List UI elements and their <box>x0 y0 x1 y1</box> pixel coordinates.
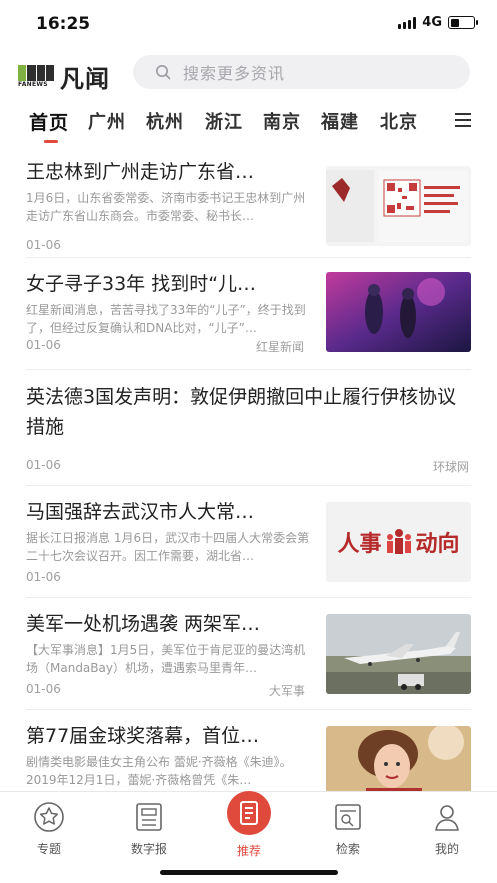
tab-hangzhou[interactable]: 杭州 <box>146 108 184 134</box>
tab-beijing[interactable]: 北京 <box>380 108 418 134</box>
news-title: 第77届金球奖落幕，首位… <box>26 725 260 747</box>
nav-topics[interactable]: 专题 <box>14 796 84 857</box>
news-feed: 王忠林到广州走访广东省… 1月6日，山东省委常委、济南市委书记王忠林到广州走访广… <box>0 146 497 791</box>
status-bar: 16:25 4G <box>0 0 497 48</box>
recommend-icon <box>227 791 271 835</box>
battery-icon <box>448 16 478 29</box>
nav-search[interactable]: 检索 <box>313 796 383 857</box>
news-title: 马国强辞去武汉市人大常… <box>26 501 255 523</box>
channel-tabs: 首页 广州 杭州 浙江 南京 福建 北京 <box>0 100 497 146</box>
news-source: 大军事 <box>269 684 306 698</box>
nav-recommend[interactable]: 推荐 <box>214 786 284 859</box>
network-type: 4G <box>422 15 442 30</box>
news-thumbnail <box>326 614 471 694</box>
news-item[interactable]: 女子寻子33年 找到时“儿… 红星新闻消息，苦苦寻找了33年的“儿子”，终于找到… <box>26 270 471 370</box>
tab-nanjing[interactable]: 南京 <box>263 108 301 134</box>
news-date: 01-06 <box>26 682 61 696</box>
news-date: 01-06 <box>26 238 61 252</box>
news-item[interactable]: 英法德3国发声明：敦促伊朗撤回中止履行伊核协议措施 01-06 环球网 <box>26 382 471 486</box>
news-summary: 1月6日，山东省委常委、济南市委书记王忠林到广州走访广东省山东商会。市委常委、秘… <box>26 191 306 223</box>
star-badge-icon <box>34 802 64 832</box>
app-header: FANEWS 凡闻 搜索更多资讯 <box>0 52 497 94</box>
news-summary: 剧情类电影最佳女主角公布 蕾妮·齐薇格《朱迪》。2019年12月1日，蕾妮·齐薇… <box>26 755 292 787</box>
news-thumbnail <box>326 726 471 791</box>
home-indicator[interactable] <box>160 870 338 875</box>
user-icon <box>435 805 459 831</box>
search-icon <box>156 65 171 80</box>
tab-guangzhou[interactable]: 广州 <box>88 108 126 134</box>
news-summary: 红星新闻消息，苦苦寻找了33年的“儿子”，终于找到了，但经过反复确认和DNA比对… <box>26 303 306 335</box>
thumb-text-left: 人事 <box>337 532 382 557</box>
nav-profile[interactable]: 我的 <box>412 796 482 857</box>
newspaper-icon <box>136 803 162 831</box>
news-item[interactable]: 王忠林到广州走访广东省… 1月6日，山东省委常委、济南市委书记王忠林到广州走访广… <box>26 158 471 258</box>
tab-zhejiang[interactable]: 浙江 <box>205 108 243 134</box>
news-thumbnail: 人事 动向 <box>326 502 471 582</box>
news-title: 女子寻子33年 找到时“儿… <box>26 273 257 295</box>
news-thumbnail <box>326 272 471 352</box>
nav-label: 推荐 <box>236 844 261 858</box>
logo-name: 凡闻 <box>60 65 110 93</box>
status-time: 16:25 <box>36 14 91 34</box>
news-summary: 【大军事消息】1月5日，美军位于肯尼亚的曼达湾机场（MandaBay）机场，遭遇… <box>26 643 306 675</box>
nav-digital-paper[interactable]: 数字报 <box>114 796 184 857</box>
menu-icon[interactable] <box>455 113 471 127</box>
people-icon <box>386 529 411 554</box>
tab-fujian[interactable]: 福建 <box>321 108 359 134</box>
news-date: 01-06 <box>26 458 61 472</box>
thumb-text-right: 动向 <box>415 532 460 557</box>
logo-tag: FANEWS <box>18 80 48 88</box>
search-placeholder: 搜索更多资讯 <box>183 64 286 83</box>
news-thumbnail <box>326 166 471 246</box>
search-bar[interactable]: 搜索更多资讯 <box>133 55 470 89</box>
nav-label: 专题 <box>36 842 61 856</box>
news-item[interactable]: 马国强辞去武汉市人大常… 据长江日报消息 1月6日，武汉市十四届人大常委会第二十… <box>26 498 471 598</box>
news-date: 01-06 <box>26 570 61 584</box>
signal-icon <box>398 16 417 29</box>
news-source: 环球网 <box>432 460 469 474</box>
news-source: 红星新闻 <box>256 340 305 354</box>
active-tab-indicator <box>44 140 58 143</box>
nav-label: 数字报 <box>130 842 167 856</box>
tab-home[interactable]: 首页 <box>29 108 69 135</box>
news-title: 英法德3国发声明：敦促伊朗撤回中止履行伊核协议措施 <box>26 386 457 438</box>
nav-label: 我的 <box>434 842 459 856</box>
news-date: 01-06 <box>26 338 61 352</box>
news-summary: 据长江日报消息 1月6日，武汉市十四届人大常委会第二十七次会议召开。因工作需要，… <box>26 531 310 563</box>
news-item[interactable]: 美军一处机场遇袭 两架军… 【大军事消息】1月5日，美军位于肯尼亚的曼达湾机场（… <box>26 610 471 710</box>
news-item[interactable]: 第77届金球奖落幕，首位… 剧情类电影最佳女主角公布 蕾妮·齐薇格《朱迪》。20… <box>26 722 471 791</box>
search-doc-icon <box>335 804 361 830</box>
nav-label: 检索 <box>335 842 360 856</box>
news-title: 美军一处机场遇袭 两架军… <box>26 613 261 635</box>
app-logo: FANEWS 凡闻 <box>18 59 110 94</box>
news-title: 王忠林到广州走访广东省… <box>26 161 255 183</box>
